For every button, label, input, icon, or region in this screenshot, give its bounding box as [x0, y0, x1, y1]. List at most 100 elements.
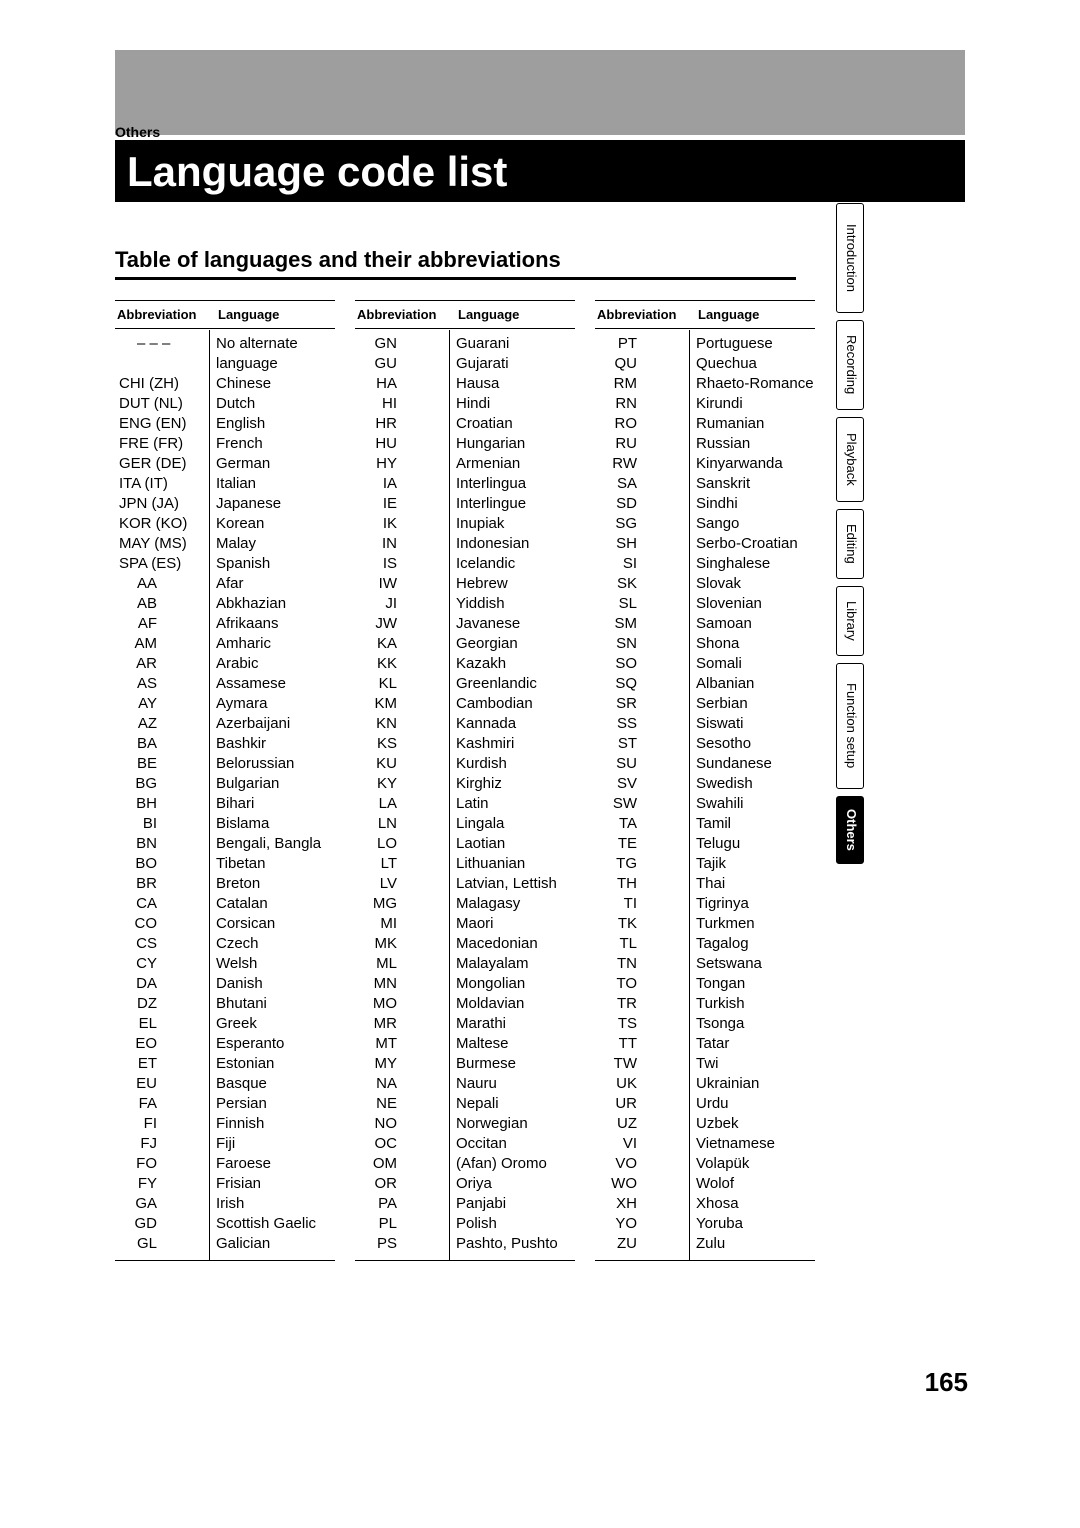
table-cell-language: Afrikaans — [216, 614, 335, 634]
table-cell-language: Estonian — [216, 1054, 335, 1074]
table-cell-abbrev: DUT (NL) — [115, 394, 209, 414]
table-cell-abbrev: PT — [595, 334, 689, 354]
table-cell-abbrev: BE — [115, 754, 209, 774]
table-cell-abbrev: AF — [115, 614, 209, 634]
table-cell-language: Bashkir — [216, 734, 335, 754]
table-cell-abbrev: FJ — [115, 1134, 209, 1154]
table-cell-abbrev: FRE (FR) — [115, 434, 209, 454]
table-cell-abbrev: TW — [595, 1054, 689, 1074]
tab-playback[interactable]: Playback — [836, 417, 864, 502]
table-cell-abbrev: AZ — [115, 714, 209, 734]
tab-library[interactable]: Library — [836, 586, 864, 656]
table-cell-abbrev: FY — [115, 1174, 209, 1194]
table-cell-language: Somali — [696, 654, 815, 674]
table-cell-language: Fiji — [216, 1134, 335, 1154]
table-cell-language: Cambodian — [456, 694, 575, 714]
table-cell-language: Corsican — [216, 914, 335, 934]
table-cell-abbrev: BA — [115, 734, 209, 754]
breadcrumb: Others — [115, 124, 160, 140]
table-cell-language: Serbian — [696, 694, 815, 714]
table-cell-abbrev: IK — [355, 514, 449, 534]
table-cell-language: Samoan — [696, 614, 815, 634]
table-cell-abbrev: JPN (JA) — [115, 494, 209, 514]
table-cell-abbrev: TN — [595, 954, 689, 974]
table-cell-language: Kashmiri — [456, 734, 575, 754]
tab-recording[interactable]: Recording — [836, 320, 864, 410]
table-cell-abbrev: ST — [595, 734, 689, 754]
table-cell-abbrev: RW — [595, 454, 689, 474]
table-cell-language: Tajik — [696, 854, 815, 874]
table-cell-abbrev: VI — [595, 1134, 689, 1154]
table-cell-abbrev: MT — [355, 1034, 449, 1054]
table-cell-abbrev: BH — [115, 794, 209, 814]
table-cell-abbrev: KA — [355, 634, 449, 654]
tab-function-setup[interactable]: Function setup — [836, 663, 864, 789]
tab-introduction[interactable]: Introduction — [836, 203, 864, 313]
table-cell-language: Panjabi — [456, 1194, 575, 1214]
table-cell-language: Kazakh — [456, 654, 575, 674]
table-cell-language: Siswati — [696, 714, 815, 734]
table-cell-abbrev: FI — [115, 1114, 209, 1134]
table-cell-language: Persian — [216, 1094, 335, 1114]
table-cell-language: Rumanian — [696, 414, 815, 434]
table-cell-language: Burmese — [456, 1054, 575, 1074]
table-cell-abbrev: SM — [595, 614, 689, 634]
table-cell-abbrev: OM — [355, 1154, 449, 1174]
table-cell-abbrev: CHI (ZH) — [115, 374, 209, 394]
table-cell-abbrev: TH — [595, 874, 689, 894]
table-cell-language: Amharic — [216, 634, 335, 654]
table-cell-language: Esperanto — [216, 1034, 335, 1054]
table-cell-abbrev: TA — [595, 814, 689, 834]
table-cell-abbrev: SH — [595, 534, 689, 554]
table-cell-abbrev: UK — [595, 1074, 689, 1094]
table-cell-language: Vietnamese — [696, 1134, 815, 1154]
table-header-abbrev: Abbreviation — [595, 307, 690, 322]
table-cell-abbrev: HR — [355, 414, 449, 434]
table-cell-abbrev: MI — [355, 914, 449, 934]
table-cell-language: Singhalese — [696, 554, 815, 574]
table-cell-abbrev: IE — [355, 494, 449, 514]
table-cell-language: Nauru — [456, 1074, 575, 1094]
table-cell-abbrev: TI — [595, 894, 689, 914]
tab-others[interactable]: Others — [836, 796, 864, 864]
table-cell-language: Macedonian — [456, 934, 575, 954]
table-cell-language: Thai — [696, 874, 815, 894]
table-cell-language: Guarani — [456, 334, 575, 354]
table-cell-abbrev: LT — [355, 854, 449, 874]
table-cell-abbrev: HA — [355, 374, 449, 394]
table-cell-language: Sango — [696, 514, 815, 534]
table-cell-abbrev: OC — [355, 1134, 449, 1154]
table-cell-language: Volapük — [696, 1154, 815, 1174]
tab-editing[interactable]: Editing — [836, 509, 864, 579]
table-cell-abbrev: JW — [355, 614, 449, 634]
table-cell-abbrev: KN — [355, 714, 449, 734]
table-cell-abbrev: SD — [595, 494, 689, 514]
table-cell-language: Turkmen — [696, 914, 815, 934]
table-cell-language: Hungarian — [456, 434, 575, 454]
table-cell-abbrev: DA — [115, 974, 209, 994]
table-cell-language: Yiddish — [456, 594, 575, 614]
table-cell-abbrev: – – – — [115, 334, 209, 354]
table-cell-abbrev: KM — [355, 694, 449, 714]
table-cell-language: Welsh — [216, 954, 335, 974]
table-cell-language: Albanian — [696, 674, 815, 694]
table-cell-abbrev: PS — [355, 1234, 449, 1254]
table-cell-abbrev: TK — [595, 914, 689, 934]
table-cell-language: Slovenian — [696, 594, 815, 614]
table-cell-language: Kannada — [456, 714, 575, 734]
table-cell-abbrev: UR — [595, 1094, 689, 1114]
table-cell-abbrev: SW — [595, 794, 689, 814]
table-cell-language: Kirundi — [696, 394, 815, 414]
table-cell-language: Serbo-Croatian — [696, 534, 815, 554]
table-cell-language: Rhaeto-Romance — [696, 374, 815, 394]
table-cell-language: Kinyarwanda — [696, 454, 815, 474]
table-column-1: AbbreviationLanguage– – – CHI (ZH)DUT (N… — [115, 300, 335, 1261]
table-cell-abbrev: NA — [355, 1074, 449, 1094]
table-cell-language: Galician — [216, 1234, 335, 1254]
table-cell-language: Oriya — [456, 1174, 575, 1194]
table-cell-abbrev: ZU — [595, 1234, 689, 1254]
table-cell-language: Greek — [216, 1014, 335, 1034]
table-cell-abbrev: EO — [115, 1034, 209, 1054]
table-cell-abbrev: MK — [355, 934, 449, 954]
table-header-language: Language — [450, 307, 575, 322]
